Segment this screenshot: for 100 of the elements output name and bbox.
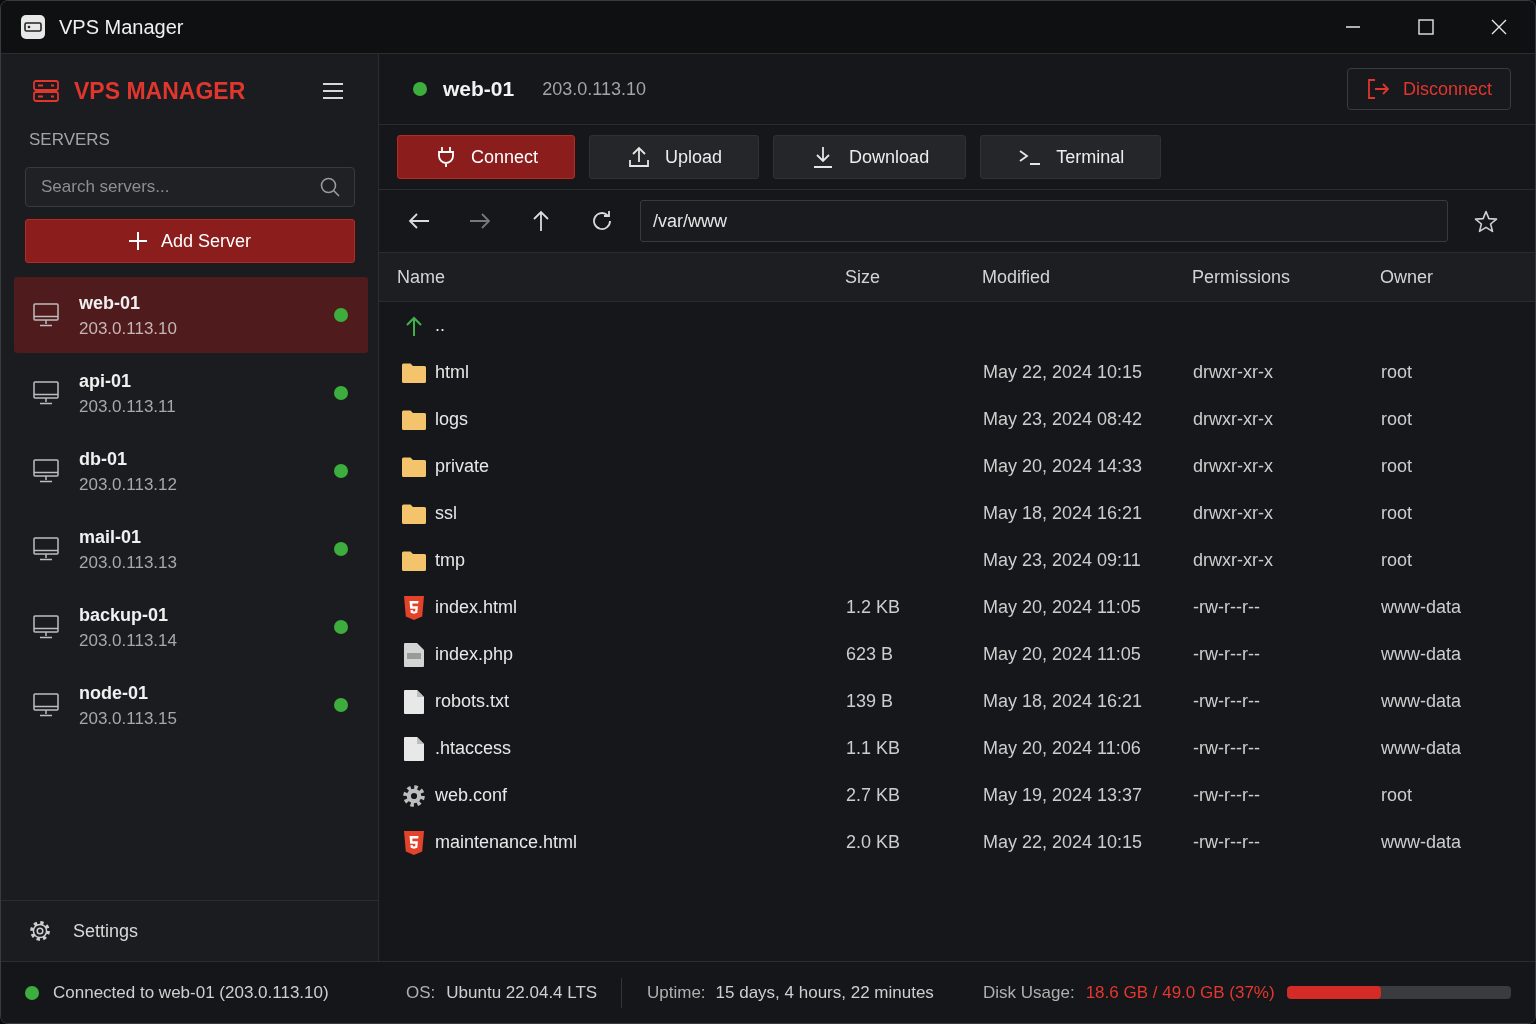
table-cell: May 23, 2024 09:11 — [982, 550, 1141, 571]
server-ip: 203.0.113.12 — [79, 473, 177, 495]
file-name[interactable]: private — [435, 456, 490, 477]
path-field[interactable]: /var/www — [640, 200, 1448, 242]
maximize-icon — [1417, 19, 1434, 35]
file-name[interactable]: tmp — [435, 550, 465, 571]
server-item[interactable]: mail-01 203.0.113.13 — [14, 511, 368, 587]
toolbar-button[interactable]: Download — [773, 135, 967, 179]
table-cell: May 20, 2024 11:06 — [982, 738, 1141, 759]
server-ip: 203.0.113.10 — [79, 317, 177, 339]
settings-icon — [28, 919, 52, 943]
settings-button[interactable]: Settings — [28, 919, 139, 943]
column-header[interactable]: Name — [397, 266, 445, 288]
server-ip: 203.0.113.15 — [79, 707, 177, 729]
exit-icon — [1366, 78, 1389, 100]
table-cell: drwxr-xr-x — [1192, 550, 1273, 571]
server-ip: 203.0.113.14 — [79, 629, 177, 651]
monitor-icon — [33, 303, 59, 327]
terminal-icon — [1019, 148, 1042, 166]
monitor-icon — [33, 615, 59, 639]
server-name: node-01 — [79, 681, 149, 704]
file-name[interactable]: ssl — [435, 503, 457, 524]
disconnect-button[interactable]: Disconnect — [1346, 68, 1511, 110]
document-icon — [404, 689, 424, 714]
add-server-button[interactable]: Add Server — [25, 219, 355, 263]
table-cell: www-data — [1380, 644, 1462, 665]
file-name[interactable]: robots.txt — [435, 691, 510, 712]
html5-file-icon — [404, 595, 424, 620]
table-cell: www-data — [1380, 597, 1462, 618]
up-arrow-icon — [404, 315, 424, 336]
table-cell: drwxr-xr-x — [1192, 503, 1273, 524]
table-cell: -rw-r--r-- — [1192, 738, 1260, 759]
table-cell: root — [1380, 785, 1413, 806]
file-name[interactable]: maintenance.html — [435, 832, 578, 853]
file-name[interactable]: .htaccess — [435, 738, 512, 759]
folder-icon — [402, 503, 426, 524]
table-cell: May 19, 2024 13:37 — [982, 785, 1143, 806]
up-arrow-icon — [532, 210, 550, 232]
table-cell: root — [1380, 550, 1413, 571]
server-ip: 203.0.113.10 — [542, 78, 646, 100]
table-cell: May 20, 2024 14:33 — [982, 456, 1143, 477]
folder-icon — [402, 456, 426, 477]
file-name[interactable]: index.html — [435, 597, 518, 618]
toolbar-button[interactable]: Connect — [397, 135, 576, 179]
table-cell: www-data — [1380, 738, 1462, 759]
file-name[interactable]: index.php — [435, 644, 514, 665]
server-title: web-01 — [443, 77, 515, 101]
server-ip: 203.0.113.11 — [79, 395, 176, 417]
server-name: api-01 — [79, 369, 133, 392]
table-cell: 2.7 KB — [845, 785, 901, 806]
server-name: db-01 — [79, 447, 128, 470]
server-item[interactable]: db-01 203.0.113.12 — [14, 433, 368, 509]
uptime-label: Uptime: — [647, 982, 706, 1003]
toolbar-button[interactable]: Upload — [589, 135, 760, 179]
os-label: OS: — [406, 982, 436, 1003]
table-cell: -rw-r--r-- — [1192, 785, 1260, 806]
server-name: backup-01 — [79, 603, 170, 626]
server-item[interactable]: api-01 203.0.113.11 — [14, 355, 368, 431]
file-name[interactable]: .. — [435, 315, 445, 336]
table-cell: May 22, 2024 10:15 — [982, 832, 1143, 853]
table-cell: -rw-r--r-- — [1192, 832, 1260, 853]
upload-icon — [628, 146, 651, 168]
table-cell: May 20, 2024 11:05 — [982, 597, 1141, 618]
server-name: web-01 — [79, 291, 142, 314]
file-name[interactable]: logs — [435, 409, 469, 430]
table-cell: May 23, 2024 08:42 — [982, 409, 1143, 430]
right-arrow-icon — [469, 212, 491, 230]
close-icon — [1490, 19, 1507, 35]
app-brand: VPS MANAGER — [74, 77, 246, 105]
table-cell: 139 B — [845, 691, 894, 712]
table-cell: May 18, 2024 16:21 — [982, 503, 1143, 524]
server-item[interactable]: node-01 203.0.113.15 — [14, 667, 368, 743]
table-cell: May 20, 2024 11:05 — [982, 644, 1141, 665]
section-label: SERVERS — [28, 129, 111, 151]
table-cell: 1.1 KB — [845, 738, 901, 759]
menu-icon — [322, 82, 344, 100]
toolbar-button[interactable]: Terminal — [980, 135, 1162, 179]
refresh-icon — [592, 211, 612, 231]
folder-icon — [402, 362, 426, 383]
table-cell: drwxr-xr-x — [1192, 456, 1273, 477]
server-ip: 203.0.113.13 — [79, 551, 177, 573]
search-field[interactable]: Search servers... — [25, 167, 355, 207]
download-icon — [812, 146, 835, 168]
column-header[interactable]: Size — [845, 266, 880, 288]
column-header[interactable]: Owner — [1380, 266, 1433, 288]
table-cell: -rw-r--r-- — [1192, 691, 1260, 712]
disk-usage-value: 18.6 GB / 49.0 GB (37%) — [1085, 982, 1275, 1003]
column-header[interactable]: Permissions — [1192, 266, 1291, 288]
table-cell: www-data — [1380, 691, 1462, 712]
table-cell: root — [1380, 503, 1413, 524]
server-item[interactable]: backup-01 203.0.113.14 — [14, 589, 368, 665]
column-header[interactable]: Modified — [982, 266, 1051, 288]
file-name[interactable]: web.conf — [435, 785, 508, 806]
server-item[interactable]: web-01 203.0.113.10 — [14, 277, 368, 353]
php-file-icon — [404, 642, 424, 667]
file-name[interactable]: html — [435, 362, 469, 383]
folder-icon — [402, 550, 426, 571]
table-cell: drwxr-xr-x — [1192, 362, 1273, 383]
table-cell: May 18, 2024 16:21 — [982, 691, 1143, 712]
window-title: VPS Manager — [59, 15, 184, 39]
